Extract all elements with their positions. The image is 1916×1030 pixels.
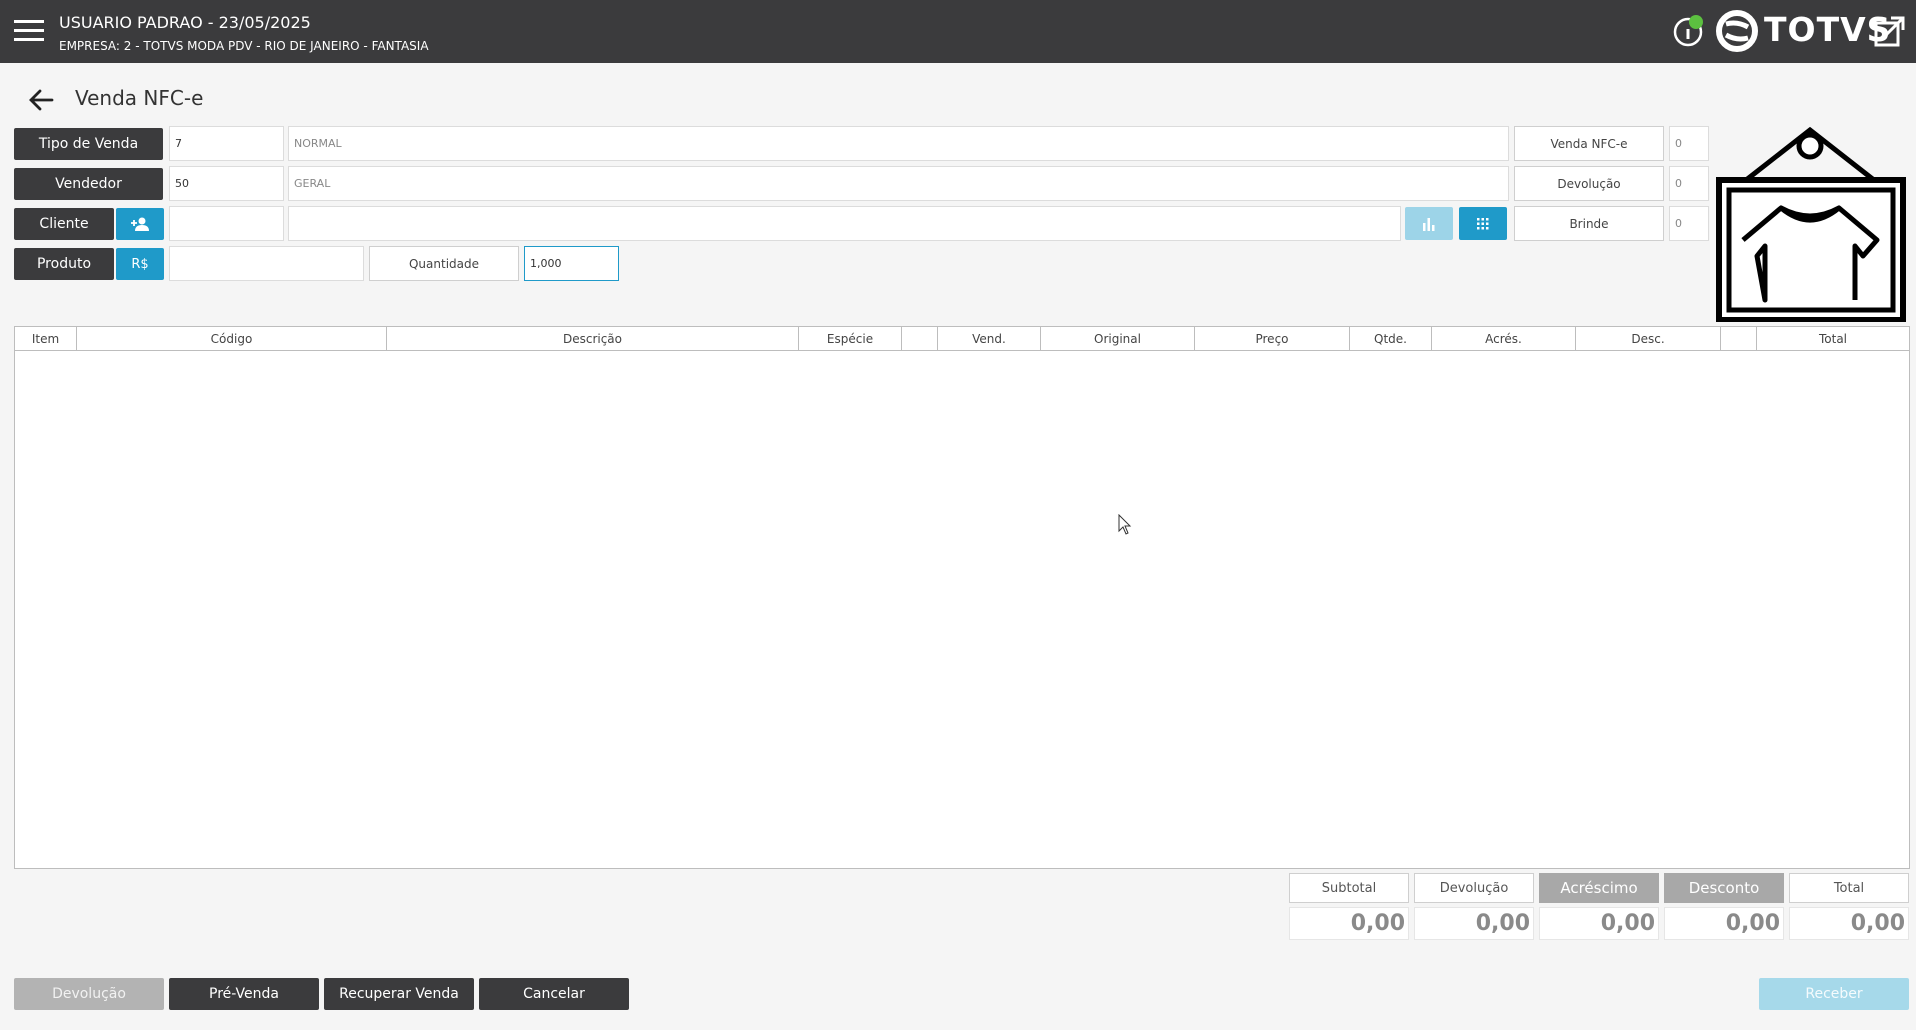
cliente-desc-field [288, 206, 1401, 241]
col-descricao[interactable]: Descrição [387, 327, 799, 351]
col-acres[interactable]: Acrés. [1432, 327, 1576, 351]
acrescimo-button[interactable]: Acréscimo [1539, 873, 1659, 903]
quantidade-input[interactable]: 1,000 [524, 246, 619, 281]
tipo-venda-desc-field: NORMAL [288, 126, 1509, 161]
col-original[interactable]: Original [1041, 327, 1195, 351]
vendedor-code-input[interactable]: 50 [169, 166, 284, 201]
col-item[interactable]: Item [15, 327, 77, 351]
counter-brinde-label: Brinde [1514, 206, 1664, 241]
price-button[interactable]: R$ [116, 248, 164, 280]
cliente-button[interactable]: Cliente [14, 208, 114, 240]
quantidade-label: Quantidade [369, 246, 519, 281]
keypad-button[interactable] [1459, 207, 1507, 240]
col-codigo[interactable]: Código [77, 327, 387, 351]
counter-venda-nfce-value: 0 [1669, 126, 1709, 161]
tipo-venda-button[interactable]: Tipo de Venda [14, 128, 163, 160]
receber-button[interactable]: Receber [1759, 978, 1909, 1010]
col-vend[interactable]: Vend. [938, 327, 1041, 351]
cancelar-button[interactable]: Cancelar [479, 978, 629, 1010]
recuperar-venda-button[interactable]: Recuperar Venda [324, 978, 474, 1010]
counter-venda-nfce-label: Venda NFC-e [1514, 126, 1664, 161]
total-value: 0,00 [1789, 907, 1909, 940]
subtotal-label: Subtotal [1289, 873, 1409, 903]
desconto-value: 0,00 [1664, 907, 1784, 940]
totvs-logo-icon [1716, 10, 1758, 52]
user-info: USUARIO PADRAO - 23/05/2025 [59, 13, 311, 32]
external-window-icon[interactable] [1873, 14, 1907, 48]
col-blank-2[interactable] [1721, 327, 1757, 351]
counter-devolucao-value: 0 [1669, 166, 1709, 201]
desconto-button[interactable]: Desconto [1664, 873, 1784, 903]
product-image-placeholder-icon [1716, 126, 1906, 322]
tipo-venda-code-input[interactable]: 7 [169, 126, 284, 161]
menu-icon[interactable] [14, 18, 44, 44]
acrescimo-value: 0,00 [1539, 907, 1659, 940]
add-person-icon [131, 217, 149, 231]
pre-venda-button[interactable]: Pré-Venda [169, 978, 319, 1010]
info-status-icon[interactable] [1672, 14, 1706, 48]
counter-devolucao-label: Devolução [1514, 166, 1664, 201]
col-total[interactable]: Total [1757, 327, 1909, 351]
add-cliente-button[interactable] [116, 208, 164, 240]
back-arrow-icon[interactable] [22, 85, 62, 115]
company-info: EMPRESA: 2 - TOTVS MODA PDV - RIO DE JAN… [59, 39, 429, 53]
top-bar: USUARIO PADRAO - 23/05/2025 EMPRESA: 2 -… [0, 0, 1916, 63]
produto-code-input[interactable] [169, 246, 364, 281]
subtotal-value: 0,00 [1289, 907, 1409, 940]
col-blank-1[interactable] [902, 327, 938, 351]
mouse-cursor-icon [1118, 514, 1132, 535]
col-preco[interactable]: Preço [1195, 327, 1350, 351]
col-desc[interactable]: Desc. [1576, 327, 1721, 351]
produto-button[interactable]: Produto [14, 248, 114, 280]
counter-brinde-value: 0 [1669, 206, 1709, 241]
page-title: Venda NFC-e [75, 86, 204, 110]
chart-button[interactable] [1405, 207, 1453, 240]
keypad-icon [1477, 217, 1489, 229]
col-especie[interactable]: Espécie [799, 327, 902, 351]
vendedor-desc-field: GERAL [288, 166, 1509, 201]
devolucao-total-label: Devolução [1414, 873, 1534, 903]
total-label: Total [1789, 873, 1909, 903]
vendedor-button[interactable]: Vendedor [14, 168, 163, 200]
col-qtde[interactable]: Qtde. [1350, 327, 1432, 351]
devolucao-button[interactable]: Devolução [14, 978, 164, 1010]
items-table: Item Código Descrição Espécie Vend. Orig… [14, 326, 1910, 869]
bar-chart-icon [1423, 217, 1435, 231]
devolucao-total-value: 0,00 [1414, 907, 1534, 940]
cliente-code-input[interactable] [169, 206, 284, 241]
